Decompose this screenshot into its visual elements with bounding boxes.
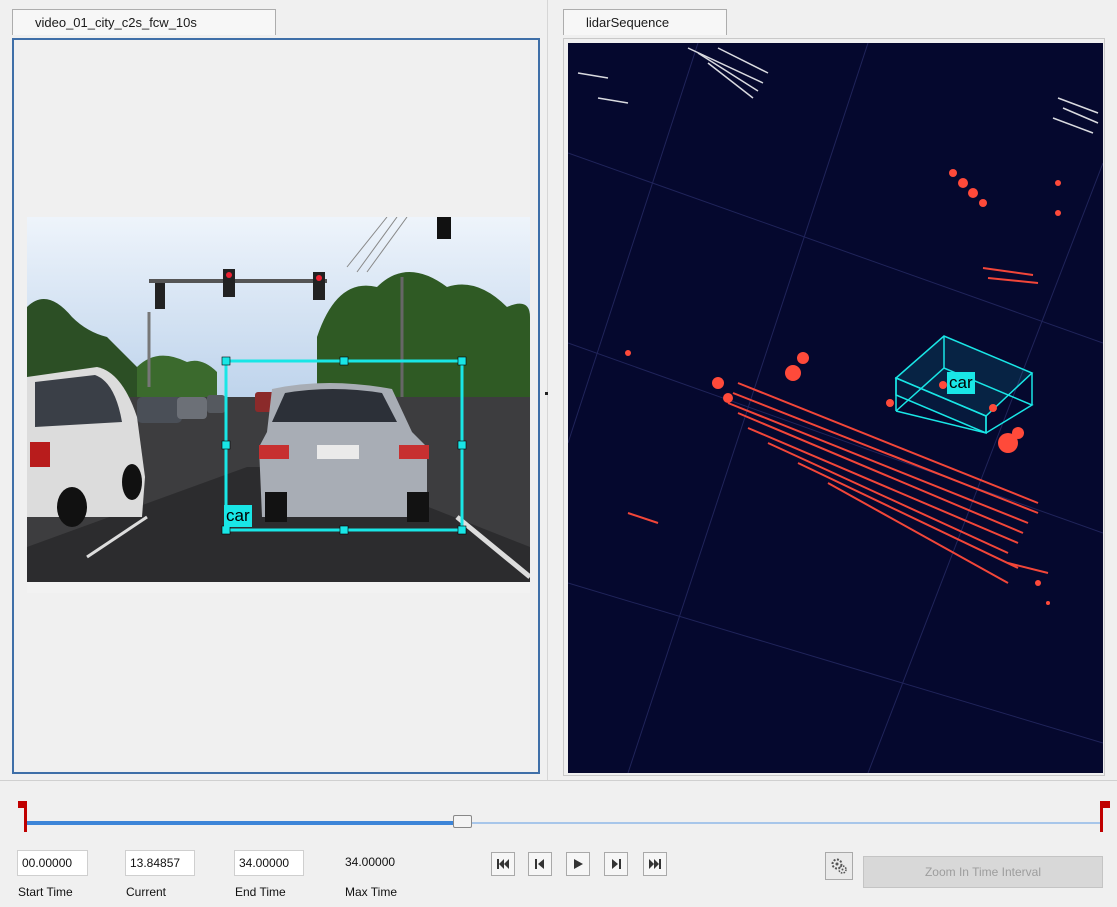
start-time-label: Start Time xyxy=(18,885,73,899)
timeline-elapsed-track[interactable] xyxy=(27,821,463,825)
lidar-point-cloud-view[interactable] xyxy=(568,43,1103,773)
timeline-playhead[interactable] xyxy=(453,815,472,828)
end-time-flag-icon[interactable] xyxy=(1100,801,1112,832)
splitter-grip[interactable] xyxy=(545,392,548,395)
step-forward-button[interactable] xyxy=(604,852,628,876)
timeline-separator xyxy=(0,780,1117,781)
start-time-flag-icon[interactable] xyxy=(18,801,30,832)
skip-to-end-icon xyxy=(649,859,661,869)
current-time-label: Current xyxy=(126,885,167,899)
play-button[interactable] xyxy=(566,852,590,876)
step-back-button[interactable] xyxy=(528,852,552,876)
start-time-field[interactable]: 00.00000 xyxy=(17,850,88,876)
skip-to-end-button[interactable] xyxy=(643,852,667,876)
video-bbox-label: car xyxy=(224,505,252,527)
tab-lidar-sequence[interactable]: lidarSequence xyxy=(563,9,727,35)
max-time-label: Max Time xyxy=(345,885,398,899)
tab-video[interactable]: video_01_city_c2s_fcw_10s xyxy=(12,9,276,35)
end-time-label: End Time xyxy=(235,885,286,899)
end-time-field[interactable]: 34.00000 xyxy=(234,850,304,876)
step-back-icon xyxy=(535,859,544,869)
timeline-remaining-track[interactable] xyxy=(463,822,1103,824)
skip-to-start-button[interactable] xyxy=(491,852,515,876)
play-icon xyxy=(574,859,583,869)
max-time-value: 34.00000 xyxy=(345,855,396,869)
settings-gear-icon xyxy=(831,858,847,874)
time-settings-button[interactable] xyxy=(825,852,853,880)
skip-to-start-icon xyxy=(497,859,509,869)
camera-frame-image xyxy=(27,217,530,593)
step-forward-icon xyxy=(612,859,621,869)
current-time-field[interactable]: 13.84857 xyxy=(125,850,195,876)
lidar-cuboid-label: car xyxy=(947,372,975,394)
panel-splitter[interactable] xyxy=(547,0,548,780)
zoom-in-time-interval-button[interactable]: Zoom In Time Interval xyxy=(863,856,1103,888)
